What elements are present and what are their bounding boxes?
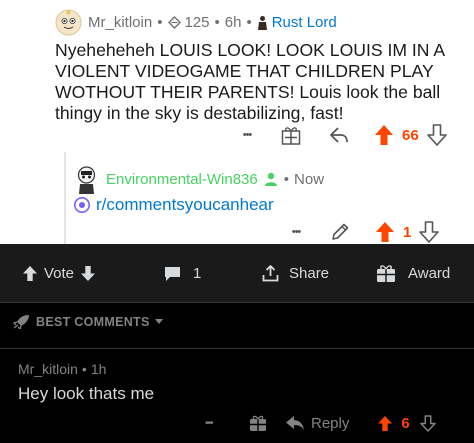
gift-icon bbox=[377, 264, 395, 282]
subreddit-link[interactable]: r/commentsyoucanhear bbox=[74, 195, 274, 215]
downvote-arrow-icon bbox=[426, 124, 447, 146]
award-button[interactable] bbox=[249, 414, 267, 432]
parent-comment-actions: ••• 66 bbox=[236, 124, 447, 146]
reply-avatar-icon[interactable] bbox=[74, 166, 99, 194]
parent-comment-age: 6h bbox=[224, 13, 242, 31]
downvote-arrow-icon bbox=[419, 414, 436, 432]
bottom-comment-header: Mr_kitloin • 1h bbox=[18, 361, 106, 377]
parent-score: 66 bbox=[402, 126, 419, 144]
pencil-icon bbox=[332, 223, 349, 240]
more-options-button[interactable]: ••• bbox=[205, 418, 227, 429]
chevron-down-icon bbox=[154, 319, 163, 324]
comment-count: 1 bbox=[193, 264, 202, 282]
share-button[interactable]: Share bbox=[262, 264, 329, 282]
reply-button[interactable]: Reply bbox=[285, 415, 349, 432]
sort-label: BEST COMMENTS bbox=[36, 314, 150, 329]
separator-dot: • bbox=[214, 13, 220, 31]
bottom-score: 6 bbox=[401, 414, 410, 432]
rocket-icon bbox=[13, 315, 29, 329]
reply-arrow-icon bbox=[330, 127, 348, 143]
dark-post-section: Vote 1 Share Award BEST COMMENTS Mr_kitl… bbox=[0, 244, 474, 443]
sort-dropdown[interactable]: BEST COMMENTS bbox=[13, 314, 163, 329]
karma-count: 125 bbox=[184, 13, 210, 31]
separator-dot: • bbox=[246, 13, 252, 31]
more-options-button[interactable]: ••• bbox=[285, 226, 307, 238]
separator-dot: • bbox=[283, 170, 290, 188]
divider bbox=[0, 302, 474, 303]
bottom-comment-age: 1h bbox=[90, 361, 107, 377]
upvote-arrow-icon bbox=[23, 265, 37, 281]
reply-age: Now bbox=[294, 170, 325, 188]
bottom-comment-body: Hey look thats me bbox=[18, 384, 155, 403]
downvote-arrow-icon bbox=[81, 265, 96, 281]
gift-icon bbox=[281, 127, 301, 145]
upvote-arrow-icon bbox=[378, 415, 393, 431]
award-button[interactable] bbox=[280, 124, 302, 146]
downvote-arrow-icon bbox=[419, 221, 440, 243]
vote-label: Vote bbox=[44, 264, 75, 282]
flair-figure-icon bbox=[257, 15, 267, 30]
edit-button[interactable] bbox=[329, 221, 351, 243]
bottom-username[interactable]: Mr_kitloin bbox=[18, 361, 78, 377]
thread-line[interactable] bbox=[64, 152, 66, 244]
karma-diamond-icon bbox=[168, 15, 182, 29]
light-comment-thread: Mr_kitloin • 125 • 6h • Rust Lord Nyeheh… bbox=[0, 0, 474, 244]
parent-comment-header: Mr_kitloin • 125 • 6h • Rust Lord bbox=[55, 9, 337, 36]
op-person-icon bbox=[264, 172, 277, 186]
subreddit-icon bbox=[74, 197, 90, 213]
reply-comment-actions: ••• 1 bbox=[285, 221, 440, 243]
reply-button[interactable] bbox=[328, 125, 350, 145]
upvote-button[interactable] bbox=[377, 415, 393, 432]
downvote-button[interactable] bbox=[419, 414, 436, 432]
reply-arrow-icon bbox=[286, 416, 304, 430]
reply-score: 1 bbox=[403, 223, 412, 241]
gift-icon bbox=[250, 415, 266, 431]
reply-label: Reply bbox=[311, 414, 350, 432]
upvote-arrow-icon bbox=[375, 125, 393, 145]
vote-control[interactable]: Vote bbox=[22, 264, 96, 282]
share-icon bbox=[262, 264, 279, 281]
parent-username[interactable]: Mr_kitloin bbox=[88, 14, 152, 31]
separator-dot: • bbox=[81, 361, 87, 377]
award-button[interactable]: Award bbox=[376, 264, 450, 282]
upvote-arrow-icon bbox=[376, 222, 394, 242]
user-flair: Rust Lord bbox=[271, 13, 337, 31]
upvote-button[interactable] bbox=[375, 221, 395, 243]
downvote-button[interactable] bbox=[426, 124, 447, 146]
share-label: Share bbox=[289, 264, 330, 282]
snoo-avatar-icon[interactable] bbox=[55, 9, 82, 36]
comments-button[interactable]: 1 bbox=[164, 264, 201, 282]
post-action-bar: Vote 1 Share Award bbox=[0, 244, 474, 302]
award-label: Award bbox=[408, 264, 451, 282]
comment-bubble-icon bbox=[165, 266, 180, 281]
subreddit-link-text[interactable]: r/commentsyoucanhear bbox=[96, 195, 274, 215]
downvote-button[interactable] bbox=[419, 221, 440, 243]
divider bbox=[0, 348, 474, 349]
bottom-comment-actions: ••• Reply 6 bbox=[205, 414, 436, 432]
upvote-button[interactable] bbox=[374, 124, 394, 146]
more-options-button[interactable]: ••• bbox=[236, 129, 258, 141]
parent-comment-body: Nyeheheheh LOUIS LOOK! LOOK LOUIS IM IN … bbox=[55, 40, 445, 123]
separator-dot: • bbox=[157, 13, 163, 31]
reply-username[interactable]: Environmental-Win836 bbox=[106, 171, 258, 188]
reply-comment-header: Environmental-Win836 • Now bbox=[106, 169, 324, 189]
